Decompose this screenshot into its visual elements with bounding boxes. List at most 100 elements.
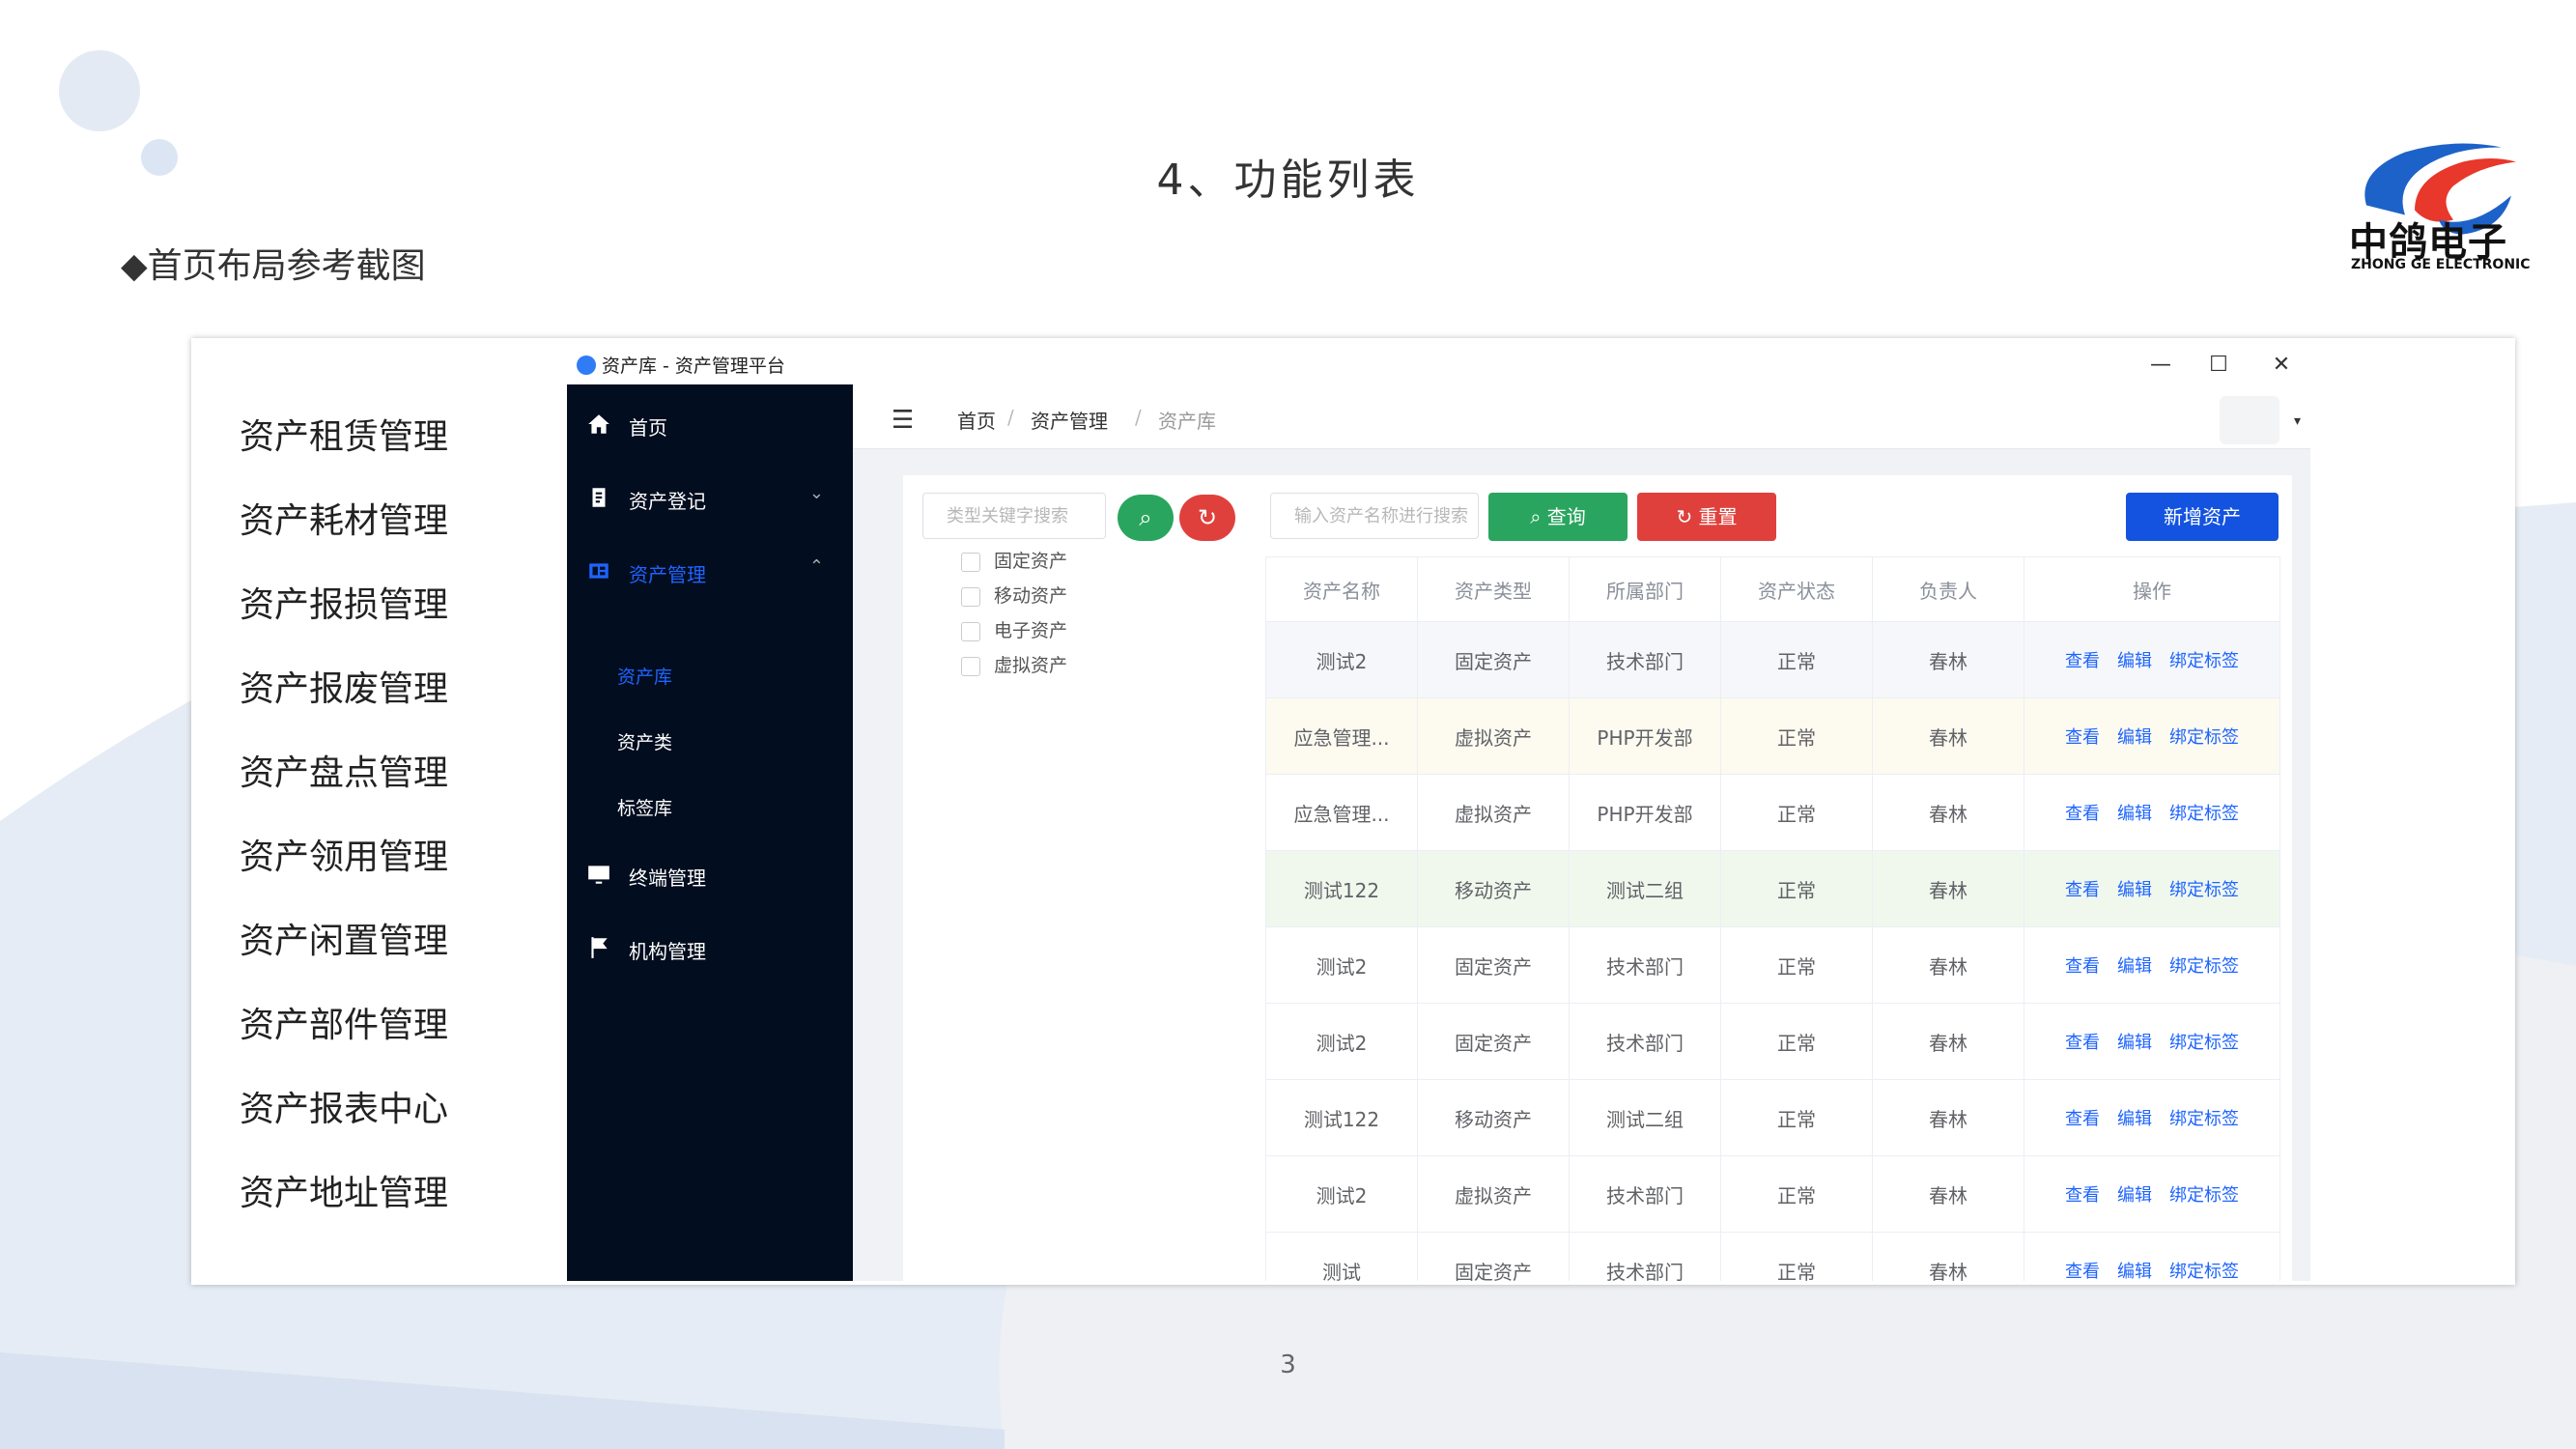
table-row: 测试122 移动资产 测试二组 正常 春林 查看 编辑 绑定标签 (1265, 850, 2280, 927)
table-cell: 测试二组 (1569, 850, 1721, 927)
view-link[interactable]: 查看 (2065, 1033, 2100, 1053)
view-link[interactable]: 查看 (2065, 727, 2100, 748)
table-cell: 春林 (1872, 1079, 2024, 1156)
feature-item: 资产盘点管理 (240, 753, 449, 793)
table-actions-cell: 查看 编辑 绑定标签 (2024, 621, 2280, 698)
table-row: 测试2 固定资产 技术部门 正常 春林 查看 编辑 绑定标签 (1265, 926, 2280, 1004)
query-button[interactable]: ⌕ 查询 (1488, 493, 1628, 541)
table-cell: 正常 (1720, 621, 1873, 698)
feature-item: 资产地址管理 (240, 1174, 449, 1213)
avatar[interactable] (2220, 396, 2279, 444)
view-link[interactable]: 查看 (2065, 804, 2100, 824)
sidebar-item-terminal-management[interactable]: 终端管理 (567, 846, 853, 904)
sidebar-subitem-tag-library[interactable]: 标签库 (617, 794, 672, 820)
view-link[interactable]: 查看 (2065, 880, 2100, 900)
reset-button[interactable]: ↻ 重置 (1637, 493, 1776, 541)
table-cell: 测试122 (1265, 850, 1418, 927)
table-cell: 测试122 (1265, 1079, 1418, 1156)
tree-item-virtual-asset[interactable]: 虚拟资产 (961, 651, 1067, 677)
view-link[interactable]: 查看 (2065, 956, 2100, 977)
edit-link[interactable]: 编辑 (2117, 804, 2152, 824)
table-cell: 春林 (1872, 926, 2024, 1004)
bind-tag-link[interactable]: 绑定标签 (2169, 880, 2239, 900)
checkbox[interactable] (961, 552, 980, 572)
view-link[interactable]: 查看 (2065, 1262, 2100, 1281)
page-number: 3 (1280, 1350, 1296, 1379)
view-link[interactable]: 查看 (2065, 1185, 2100, 1206)
table-cell: 测试2 (1265, 621, 1418, 698)
sidebar-item-asset-register[interactable]: 资产登记 ⌄ (567, 469, 853, 527)
slide-title: 4、功能列表 (1156, 156, 1420, 205)
edit-link[interactable]: 编辑 (2117, 1185, 2152, 1206)
table-cell: 移动资产 (1417, 1079, 1570, 1156)
sidebar-item-asset-management[interactable]: 资产管理 ⌃ (567, 543, 853, 601)
feature-item: 资产领用管理 (240, 838, 449, 877)
bind-tag-link[interactable]: 绑定标签 (2169, 1109, 2239, 1129)
type-search-button[interactable]: ⌕ (1118, 495, 1174, 541)
asset-name-search-input[interactable]: 输入资产名称进行搜索 (1270, 493, 1479, 539)
caret-down-icon[interactable]: ▾ (2294, 413, 2301, 429)
bind-tag-link[interactable]: 绑定标签 (2169, 651, 2239, 671)
edit-link[interactable]: 编辑 (2117, 651, 2152, 671)
table-cell: 移动资产 (1417, 850, 1570, 927)
minimize-button[interactable]: — (2132, 350, 2190, 381)
type-search-input[interactable]: 类型关键字搜索 (922, 493, 1106, 539)
slide-subtitle: ◆首页布局参考截图 (121, 246, 426, 286)
table-actions-cell: 查看 编辑 绑定标签 (2024, 697, 2280, 775)
edit-link[interactable]: 编辑 (2117, 727, 2152, 748)
type-reset-button[interactable]: ↻ (1179, 495, 1235, 541)
bind-tag-link[interactable]: 绑定标签 (2169, 727, 2239, 748)
table-header-row: 资产名称 资产类型 所属部门 资产状态 负责人 操作 (1265, 556, 2280, 622)
bind-tag-link[interactable]: 绑定标签 (2169, 804, 2239, 824)
sidebar-item-label: 机构管理 (629, 940, 706, 963)
table-cell: 春林 (1872, 774, 2024, 851)
table-cell: 测试2 (1265, 926, 1418, 1004)
table-cell: 春林 (1872, 1003, 2024, 1080)
bind-tag-link[interactable]: 绑定标签 (2169, 1262, 2239, 1281)
table-cell: 技术部门 (1569, 1003, 1721, 1080)
view-link[interactable]: 查看 (2065, 1109, 2100, 1129)
bind-tag-link[interactable]: 绑定标签 (2169, 956, 2239, 977)
feature-item: 资产报损管理 (240, 585, 449, 625)
sidebar-item-org-management[interactable]: 机构管理 (567, 920, 853, 978)
breadcrumb-current: 资产库 (1158, 410, 1216, 433)
close-button[interactable]: ✕ (2252, 350, 2310, 381)
sidebar-item-label: 终端管理 (629, 867, 706, 890)
feature-item: 资产租赁管理 (240, 417, 449, 457)
table-cell: 测试 (1265, 1232, 1418, 1281)
feature-item: 资产耗材管理 (240, 501, 449, 541)
table-row: 测试2 固定资产 技术部门 正常 春林 查看 编辑 绑定标签 (1265, 621, 2280, 698)
table-cell: 虚拟资产 (1417, 697, 1570, 775)
monitor-icon (588, 866, 609, 884)
edit-link[interactable]: 编辑 (2117, 1033, 2152, 1053)
table-cell: PHP开发部 (1569, 697, 1721, 775)
menu-toggle-icon[interactable]: ☰ (892, 406, 914, 435)
edit-link[interactable]: 编辑 (2117, 880, 2152, 900)
bind-tag-link[interactable]: 绑定标签 (2169, 1033, 2239, 1053)
checkbox[interactable] (961, 586, 980, 607)
feature-list: 资产租赁管理 资产耗材管理 资产报损管理 资产报废管理 资产盘点管理 资产领用管… (240, 411, 448, 1251)
edit-link[interactable]: 编辑 (2117, 956, 2152, 977)
table-cell: 测试2 (1265, 1155, 1418, 1233)
checkbox[interactable] (961, 621, 980, 641)
chevron-up-icon: ⌃ (808, 556, 824, 577)
sidebar-subitem-asset-library[interactable]: 资产库 (617, 663, 672, 689)
checkbox[interactable] (961, 656, 980, 676)
table-row: 测试2 固定资产 技术部门 正常 春林 查看 编辑 绑定标签 (1265, 1003, 2280, 1080)
maximize-button[interactable]: ☐ (2190, 350, 2248, 381)
breadcrumb-asset-management[interactable]: 资产管理 (1031, 406, 1108, 434)
edit-link[interactable]: 编辑 (2117, 1109, 2152, 1129)
view-link[interactable]: 查看 (2065, 651, 2100, 671)
tree-item-mobile-asset[interactable]: 移动资产 (961, 582, 1067, 608)
breadcrumb-home[interactable]: 首页 (957, 406, 996, 434)
sidebar-subitem-asset-category[interactable]: 资产类 (617, 728, 672, 754)
table-cell: PHP开发部 (1569, 774, 1721, 851)
chevron-down-icon: ⌄ (808, 483, 824, 503)
edit-link[interactable]: 编辑 (2117, 1262, 2152, 1281)
tree-item-fixed-asset[interactable]: 固定资产 (961, 547, 1067, 573)
bind-tag-link[interactable]: 绑定标签 (2169, 1185, 2239, 1206)
sidebar-item-home[interactable]: 首页 (567, 396, 853, 454)
add-asset-button[interactable]: 新增资产 (2126, 493, 2279, 541)
table-row: 应急管理... 虚拟资产 PHP开发部 正常 春林 查看 编辑 绑定标签 (1265, 774, 2280, 851)
tree-item-electronic-asset[interactable]: 电子资产 (961, 616, 1067, 642)
